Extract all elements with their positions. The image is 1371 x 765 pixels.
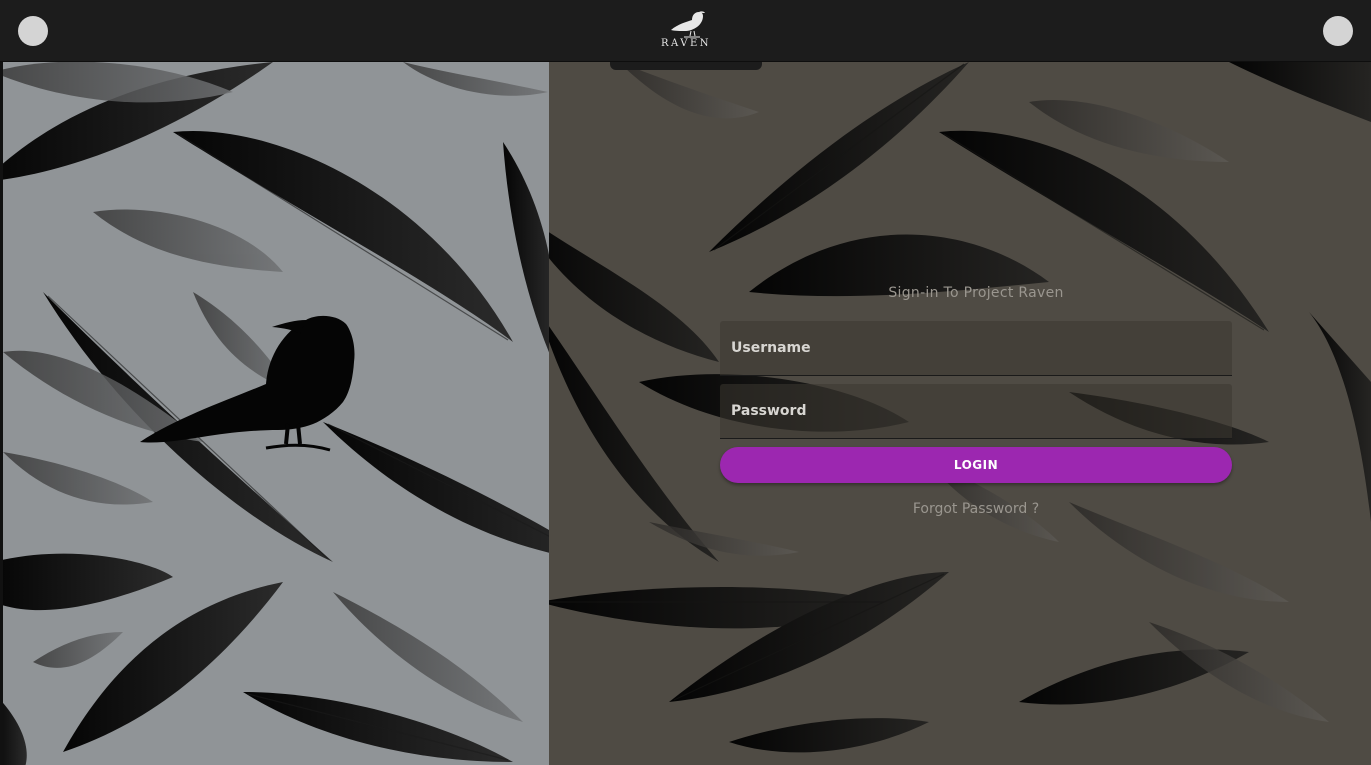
- logo-text: RAVEN: [660, 38, 712, 49]
- login-button[interactable]: LOGIN: [720, 447, 1232, 483]
- password-field: [720, 384, 1232, 439]
- raven-silhouette-icon: [140, 315, 355, 452]
- username-input[interactable]: [720, 321, 1232, 375]
- login-page: RAVEN Sign-in To Project Raven LOGIN For…: [0, 0, 1371, 765]
- right-circle-button[interactable]: [1323, 16, 1353, 46]
- login-title: Sign-in To Project Raven: [888, 285, 1064, 301]
- left-circle-button[interactable]: [18, 16, 48, 46]
- raven-logo[interactable]: RAVEN: [655, 10, 717, 54]
- password-input[interactable]: [720, 384, 1232, 438]
- login-form: Sign-in To Project Raven LOGIN Forgot Pa…: [720, 282, 1232, 517]
- forgot-password-link[interactable]: Forgot Password ?: [720, 501, 1232, 517]
- top-bar: RAVEN: [0, 0, 1371, 62]
- logo-tab: [610, 62, 762, 70]
- username-field: [720, 321, 1232, 376]
- raven-icon: [671, 11, 705, 38]
